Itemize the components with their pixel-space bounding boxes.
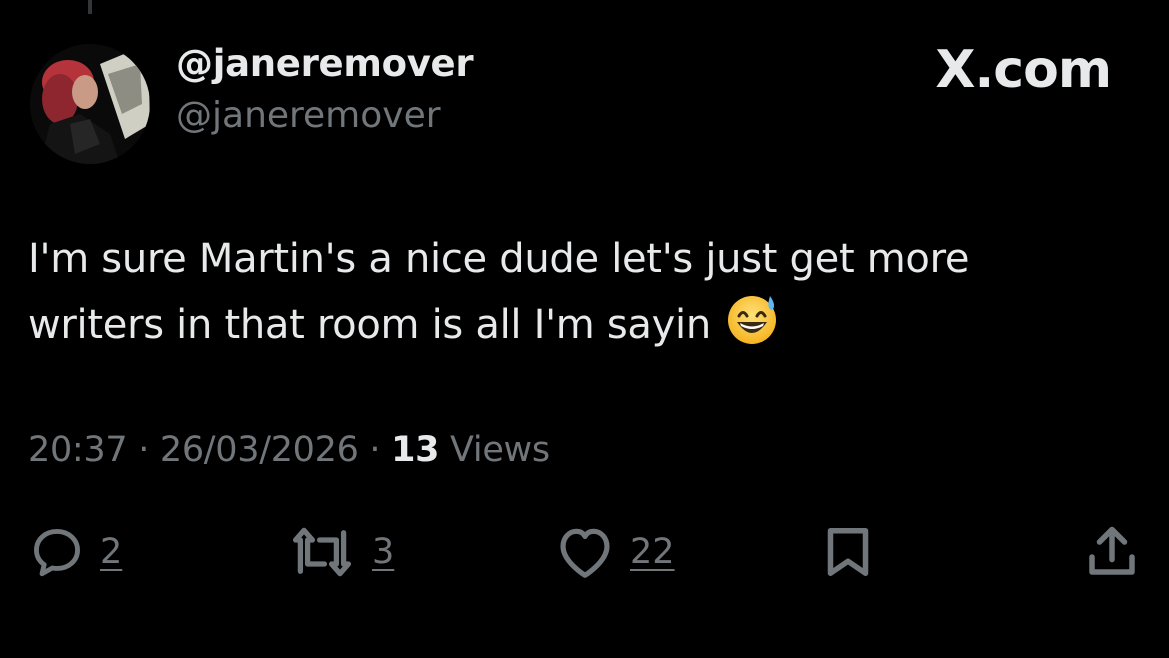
- tweet-meta: 20:37 · 26/03/2026 · 13 Views: [28, 430, 550, 470]
- like-button[interactable]: 22: [554, 520, 675, 584]
- share-button[interactable]: [1082, 520, 1142, 584]
- repost-icon: [286, 523, 358, 581]
- share-icon: [1082, 522, 1142, 582]
- views-label: Views: [450, 430, 550, 470]
- tweet-text-line-2-content: writers in that room is all I'm sayin: [28, 302, 711, 348]
- user-handle[interactable]: @janeremover: [176, 95, 441, 136]
- tweet-date[interactable]: 26/03/2026: [160, 430, 359, 470]
- heart-icon: [554, 523, 616, 581]
- avatar[interactable]: [30, 44, 150, 164]
- thread-connector-line: [88, 0, 92, 14]
- display-name[interactable]: @janeremover: [176, 42, 474, 85]
- x-brand-logo: X.com: [935, 40, 1112, 100]
- reply-icon: [28, 523, 86, 581]
- reply-button[interactable]: 2: [28, 520, 122, 584]
- views-count: 13: [391, 430, 440, 470]
- separator: ·: [138, 430, 150, 470]
- tweet-text-line-1: I'm sure Martin's a nice dude let's just…: [28, 236, 970, 282]
- bookmark-icon: [818, 522, 878, 582]
- repost-button[interactable]: 3: [286, 520, 394, 584]
- separator: ·: [369, 430, 381, 470]
- like-count[interactable]: 22: [630, 532, 675, 572]
- tweet-time[interactable]: 20:37: [28, 430, 128, 470]
- bookmark-button[interactable]: [818, 520, 878, 584]
- repost-count[interactable]: 3: [372, 532, 394, 572]
- grinning-face-with-sweat-icon: [725, 292, 779, 366]
- reply-count[interactable]: 2: [100, 532, 122, 572]
- action-bar: 2 3 22: [0, 520, 1169, 590]
- tweet-text-line-2: writers in that room is all I'm sayin: [28, 292, 1128, 366]
- tweet-text: I'm sure Martin's a nice dude let's just…: [28, 226, 1128, 366]
